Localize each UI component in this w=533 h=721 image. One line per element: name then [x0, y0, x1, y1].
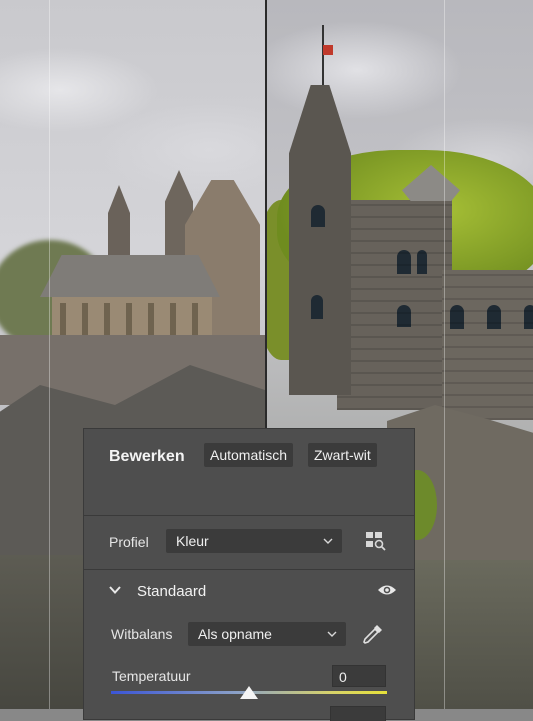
whitebalance-select[interactable]: Als opname: [188, 622, 346, 646]
eyedropper-icon[interactable]: [361, 622, 385, 646]
panel-title: Bewerken: [109, 448, 185, 465]
section-title: Standaard: [137, 583, 207, 600]
profile-browser-icon[interactable]: [365, 531, 387, 551]
chevron-down-icon: [327, 631, 337, 637]
next-value-field[interactable]: [330, 706, 386, 721]
auto-button[interactable]: Automatisch: [204, 443, 294, 467]
whitebalance-label: Witbalans: [111, 626, 173, 642]
chevron-down-icon[interactable]: [109, 584, 121, 596]
panel-header: Bewerken Automatisch Zwart-wit: [84, 429, 414, 516]
profile-select-value: Kleur: [176, 533, 209, 549]
whitebalance-select-value: Als opname: [198, 626, 272, 642]
temperature-value-field[interactable]: 0: [332, 665, 386, 687]
whitebalance-row: Witbalans Als opname: [84, 619, 414, 649]
section-standaard[interactable]: Standaard: [84, 570, 414, 610]
edit-panel: Bewerken Automatisch Zwart-wit Profiel K…: [84, 429, 414, 721]
profile-row: Profiel Kleur: [84, 516, 414, 570]
chevron-down-icon: [323, 538, 333, 544]
temperature-slider-thumb[interactable]: [240, 686, 258, 699]
black-white-button[interactable]: Zwart-wit: [308, 443, 377, 467]
eye-icon[interactable]: [377, 583, 397, 597]
profile-label: Profiel: [109, 534, 149, 550]
profile-select[interactable]: Kleur: [166, 529, 342, 553]
temperature-label: Temperatuur: [112, 668, 191, 684]
